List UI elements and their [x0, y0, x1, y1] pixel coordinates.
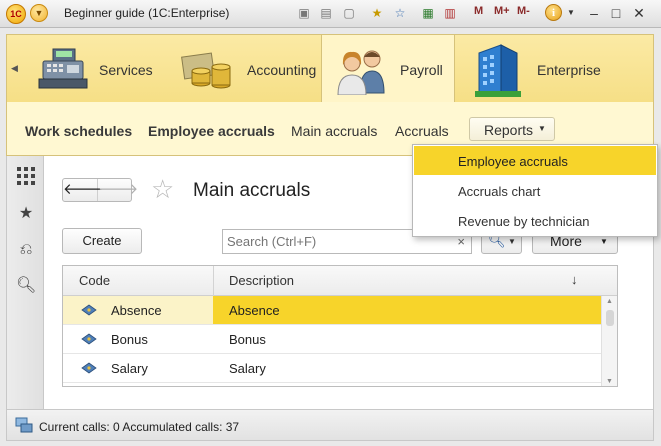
catalog-item-icon [81, 362, 97, 374]
coins-icon [181, 52, 231, 89]
section-label: Enterprise [537, 62, 601, 78]
back-arrow-icon[interactable]: 🡐 [63, 179, 103, 201]
search-input[interactable] [223, 230, 443, 253]
memory-m-minus-button[interactable]: M- [517, 5, 530, 17]
main-menu-icon[interactable]: ▼ [30, 4, 48, 22]
info-menu-chevron-icon[interactable]: ▼ [563, 5, 579, 21]
catalog-item-icon [81, 304, 97, 316]
cash-register-icon [38, 48, 88, 89]
save-icon[interactable]: ▣ [296, 5, 312, 21]
section-services[interactable]: Services [25, 35, 167, 103]
chevron-down-icon: ▼ [538, 124, 546, 133]
vertical-scrollbar[interactable]: ▲ ▼ [601, 296, 617, 386]
nav-work-schedules[interactable]: Work schedules [25, 123, 132, 139]
menu-item-employee-accruals[interactable]: Employee accruals [414, 146, 656, 175]
all-functions-icon[interactable] [16, 166, 36, 186]
page-title: Main accruals [193, 180, 311, 201]
memory-m-plus-button[interactable]: M+ [494, 5, 510, 17]
accruals-table: Code Description ↓ Absence Absence Bonus… [62, 265, 618, 387]
column-header-code[interactable]: Code [79, 273, 110, 288]
preview-icon[interactable]: ▢ [341, 5, 357, 21]
scroll-left-icon[interactable]: ◀ [11, 63, 18, 74]
cell-code: Bonus [111, 332, 148, 347]
cell-description: Salary [229, 361, 266, 376]
menu-item-revenue-by-technician[interactable]: Revenue by technician [414, 206, 656, 235]
status-bar: Current calls: 0 Accumulated calls: 37 [6, 409, 654, 441]
calendar-icon[interactable]: ▥ [442, 5, 458, 21]
cell-code: Absence [111, 303, 162, 318]
section-accounting[interactable]: Accounting [169, 35, 321, 103]
app-logo-icon[interactable]: 1С [6, 4, 26, 24]
table-row[interactable]: Bonus Bonus [63, 325, 601, 354]
forward-arrow-icon[interactable]: 🡒 [98, 179, 138, 201]
section-label: Payroll [400, 62, 443, 78]
server-calls-icon[interactable] [15, 417, 33, 433]
info-icon[interactable]: i [545, 4, 562, 21]
history-icon[interactable]: ☆ [392, 5, 408, 21]
maximize-icon[interactable]: □ [607, 4, 625, 22]
cell-description: Bonus [229, 332, 266, 347]
sections-panel: ◀ Services Accounting Payroll Enterprise [6, 34, 654, 103]
left-toolbar: ★ ⎌ 🔍︎ [6, 156, 44, 409]
calculator-icon[interactable]: ▦ [420, 5, 436, 21]
reports-dropdown-menu: Employee accruals Accruals chart Revenue… [412, 144, 658, 237]
chevron-down-icon: ▼ [600, 237, 608, 246]
scrollbar-thumb[interactable] [606, 310, 614, 326]
building-icon [475, 44, 521, 97]
window-title: Beginner guide (1C:Enterprise) [64, 6, 230, 20]
catalog-item-icon [81, 333, 97, 345]
close-icon[interactable]: ✕ [630, 4, 648, 22]
scroll-up-icon[interactable]: ▲ [606, 298, 613, 305]
nav-employee-accruals[interactable]: Employee accruals [148, 123, 275, 139]
cell-code: Salary [111, 361, 148, 376]
navigation-buttons: 🡐 🡒 [62, 178, 138, 202]
table-row[interactable]: Absence Absence [63, 296, 601, 325]
scroll-down-icon[interactable]: ▼ [606, 378, 613, 385]
memory-m-button[interactable]: M [474, 5, 483, 17]
chevron-down-icon: ▼ [508, 237, 516, 246]
nav-main-accruals[interactable]: Main accruals [291, 123, 377, 139]
column-header-description[interactable]: Description [229, 273, 294, 288]
sort-descending-icon[interactable]: ↓ [571, 272, 578, 287]
search-icon[interactable]: 🔍︎ [16, 276, 36, 296]
column-divider[interactable] [213, 266, 214, 296]
menu-item-accruals-chart[interactable]: Accruals chart [414, 176, 656, 205]
nav-accruals[interactable]: Accruals [395, 123, 449, 139]
favorites-icon[interactable]: ★ [16, 204, 36, 224]
print-icon[interactable]: ▤ [318, 5, 334, 21]
section-label: Services [99, 62, 153, 78]
reports-label: Reports [484, 122, 534, 138]
status-text: Current calls: 0 Accumulated calls: 37 [39, 420, 240, 434]
section-enterprise[interactable]: Enterprise [457, 35, 653, 103]
reports-button[interactable]: Reports ▼ [469, 117, 555, 141]
table-header: Code Description ↓ [63, 266, 617, 296]
favorites-add-icon[interactable]: ★ [369, 5, 385, 21]
table-row[interactable]: Salary Salary [63, 354, 601, 383]
section-label: Accounting [247, 62, 317, 78]
history-icon[interactable]: ⎌ [16, 240, 36, 260]
title-bar: 1С ▼ Beginner guide (1C:Enterprise) ▣ ▤ … [0, 0, 661, 28]
section-payroll[interactable]: Payroll [321, 35, 455, 103]
create-button[interactable]: Create [62, 228, 142, 254]
star-icon[interactable]: ☆ [151, 174, 174, 205]
minimize-icon[interactable]: – [585, 4, 603, 22]
cell-description: Absence [213, 296, 601, 324]
people-icon [337, 50, 385, 95]
